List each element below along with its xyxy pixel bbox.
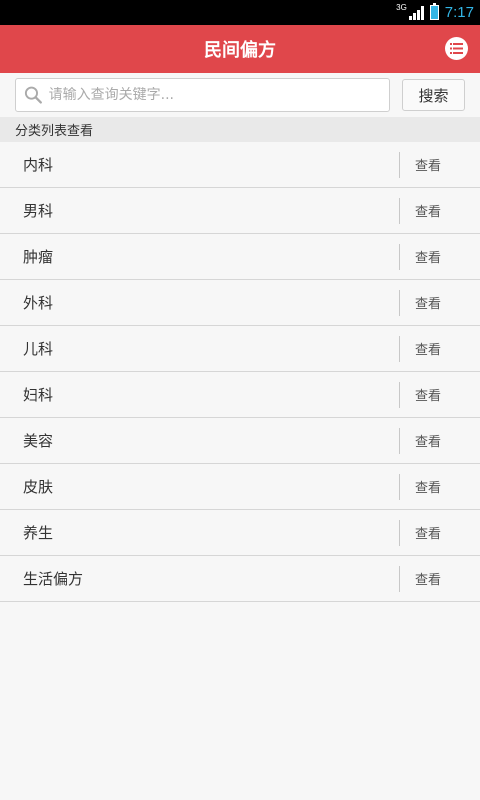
category-label: 皮肤 (23, 478, 54, 496)
list-menu-icon (450, 43, 463, 54)
list-item[interactable]: 儿科 查看 (0, 326, 480, 372)
app-header: 民间偏方 (0, 25, 480, 73)
signal-icon (408, 5, 424, 20)
category-list: 内科 查看 男科 查看 肿瘤 查看 外科 查看 儿科 查看 妇科 查看 美容 查… (0, 142, 480, 602)
battery-icon (429, 3, 439, 20)
menu-button[interactable] (445, 37, 468, 60)
view-link[interactable]: 查看 (415, 569, 465, 588)
category-label: 内科 (23, 156, 54, 174)
list-item[interactable]: 内科 查看 (0, 142, 480, 188)
divider (399, 473, 400, 500)
view-link[interactable]: 查看 (415, 293, 465, 312)
category-label: 妇科 (23, 386, 54, 404)
list-item[interactable]: 美容 查看 (0, 418, 480, 464)
category-label: 外科 (23, 294, 54, 312)
divider (399, 335, 400, 362)
view-link[interactable]: 查看 (415, 339, 465, 358)
view-link[interactable]: 查看 (415, 247, 465, 266)
list-item[interactable]: 男科 查看 (0, 188, 480, 234)
list-item[interactable]: 妇科 查看 (0, 372, 480, 418)
view-link[interactable]: 查看 (415, 523, 465, 542)
search-bar: 搜索 (0, 73, 480, 117)
search-icon (24, 86, 42, 104)
search-box[interactable] (15, 78, 390, 112)
status-bar: 3G 7:17 (0, 0, 480, 25)
category-label: 儿科 (23, 340, 54, 358)
view-link[interactable]: 查看 (415, 477, 465, 496)
divider (399, 381, 400, 408)
list-item[interactable]: 生活偏方 查看 (0, 556, 480, 602)
divider (399, 289, 400, 316)
view-link[interactable]: 查看 (415, 385, 465, 404)
section-header: 分类列表查看 (0, 117, 480, 142)
view-link[interactable]: 查看 (415, 201, 465, 220)
divider (399, 243, 400, 270)
search-input[interactable] (48, 87, 389, 103)
list-item[interactable]: 养生 查看 (0, 510, 480, 556)
category-label: 男科 (23, 202, 54, 220)
category-label: 生活偏方 (23, 570, 84, 588)
clock: 7:17 (444, 4, 474, 21)
divider (399, 151, 400, 178)
list-item[interactable]: 肿瘤 查看 (0, 234, 480, 280)
divider (399, 519, 400, 546)
divider (399, 427, 400, 454)
divider (399, 197, 400, 224)
list-item[interactable]: 外科 查看 (0, 280, 480, 326)
network-type: 3G (396, 3, 407, 12)
view-link[interactable]: 查看 (415, 155, 465, 174)
search-button[interactable]: 搜索 (402, 79, 465, 111)
list-item[interactable]: 皮肤 查看 (0, 464, 480, 510)
category-label: 肿瘤 (23, 248, 54, 266)
view-link[interactable]: 查看 (415, 431, 465, 450)
category-label: 养生 (23, 524, 54, 542)
divider (399, 565, 400, 592)
page-title: 民间偏方 (204, 40, 276, 61)
category-label: 美容 (23, 432, 54, 450)
